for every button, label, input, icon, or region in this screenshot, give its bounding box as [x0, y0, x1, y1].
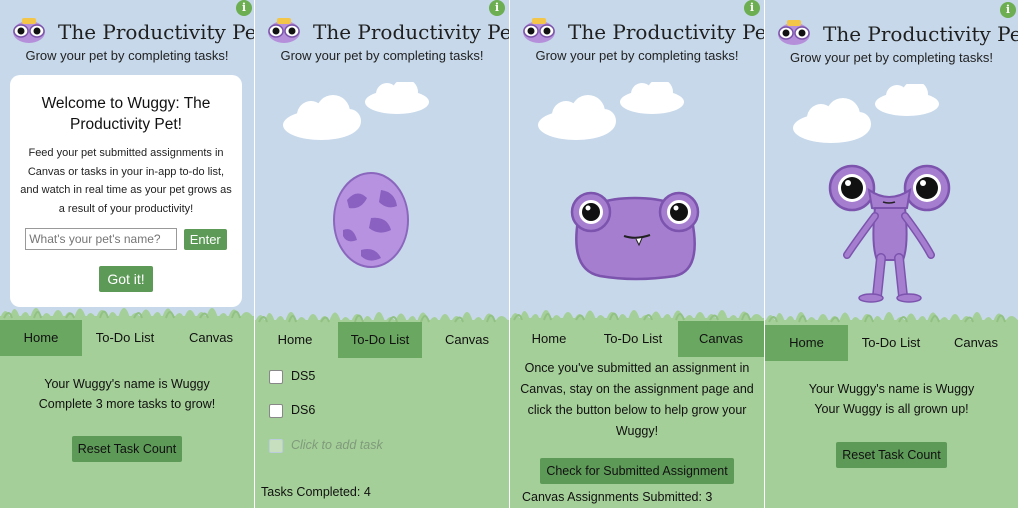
cloud-large	[283, 95, 361, 140]
todo-item-label: DS5	[291, 369, 316, 383]
tab-canvas[interactable]: Canvas	[168, 320, 254, 356]
enter-button[interactable]: Enter	[183, 228, 227, 250]
pet-grown	[828, 164, 951, 303]
screenshot-row: The Productivity Pet Grow your pet by co…	[0, 0, 1018, 508]
nav-bar: Home To-Do List Canvas	[0, 320, 254, 356]
home-status: Your Wuggy's name is Wuggy Your Wuggy is…	[765, 379, 1018, 419]
app-subtitle: Grow your pet by completing tasks!	[25, 48, 229, 63]
cloud-small	[365, 82, 429, 114]
canvas-submitted-count: Canvas Assignments Submitted: 3	[522, 490, 713, 504]
pet-name-line: Your Wuggy's name is Wuggy	[44, 377, 210, 391]
panel-home-grown: The Productivity Pet Grow your pet by co…	[765, 0, 1018, 508]
info-icon[interactable]: i	[1000, 2, 1016, 18]
app-title: The Productivity Pet	[568, 20, 764, 44]
home-status: Your Wuggy's name is Wuggy Complete 3 mo…	[0, 374, 254, 414]
welcome-heading: Welcome to Wuggy: The Productivity Pet!	[41, 95, 211, 133]
check-submitted-assignment-button[interactable]: Check for Submitted Assignment	[540, 458, 734, 484]
logo-icon	[267, 18, 301, 44]
tab-canvas[interactable]: Canvas	[934, 325, 1018, 361]
todo-item-label: DS6	[291, 403, 316, 417]
canvas-instructions: Once you've submitted an assignment in C…	[520, 361, 754, 438]
reset-wrap: Reset Task Count	[0, 436, 254, 462]
panel-canvas-baby: The Productivity Pet Grow your pet by co…	[510, 0, 764, 508]
app-title: The Productivity Pet	[58, 20, 254, 44]
tab-home[interactable]: Home	[0, 320, 82, 356]
app-subtitle: Grow your pet by completing tasks!	[280, 48, 484, 63]
got-it-button[interactable]: Got it!	[99, 266, 153, 292]
logo-icon	[12, 18, 46, 44]
pet-baby	[570, 191, 700, 281]
grow-status-line: Your Wuggy is all grown up!	[814, 402, 969, 416]
reset-task-count-button[interactable]: Reset Task Count	[836, 442, 947, 468]
panel-home-welcome: The Productivity Pet Grow your pet by co…	[0, 0, 254, 508]
tab-home[interactable]: Home	[765, 325, 848, 361]
tab-home[interactable]: Home	[510, 321, 588, 357]
info-icon[interactable]: i	[489, 0, 505, 16]
pet-name-line: Your Wuggy's name is Wuggy	[808, 382, 975, 396]
pet-name-form: Enter	[10, 228, 242, 250]
app-title: The Productivity Pet	[823, 22, 1018, 46]
tab-todo[interactable]: To-Do List	[848, 325, 934, 361]
logo-icon	[777, 20, 811, 46]
app-header: The Productivity Pet Grow your pet by co…	[0, 10, 254, 66]
welcome-body: Feed your pet submitted assignments in C…	[20, 147, 232, 215]
tab-canvas[interactable]: Canvas	[678, 321, 764, 357]
panel-todo-egg: The Productivity Pet Grow your pet by co…	[255, 0, 509, 508]
reset-task-count-button[interactable]: Reset Task Count	[71, 436, 183, 462]
grow-status-line: Complete 3 more tasks to grow!	[38, 397, 216, 411]
pet-name-input[interactable]	[25, 228, 178, 250]
reset-wrap: Reset Task Count	[765, 442, 1018, 468]
add-task-input[interactable]: Click to add task	[291, 438, 383, 452]
add-task-checkbox	[269, 438, 283, 453]
nav-bar: Home To-Do List Canvas	[255, 322, 509, 358]
tab-todo[interactable]: To-Do List	[588, 321, 678, 357]
cloud-large	[538, 95, 616, 140]
welcome-dialog: Welcome to Wuggy: The Productivity Pet! …	[10, 75, 242, 307]
info-icon[interactable]: i	[744, 0, 760, 16]
tab-canvas[interactable]: Canvas	[425, 322, 509, 358]
todo-checkbox[interactable]	[269, 403, 283, 418]
nav-bar: Home To-Do List Canvas	[765, 325, 1018, 361]
info-icon[interactable]: i	[236, 0, 252, 16]
app-subtitle: Grow your pet by completing tasks!	[789, 50, 994, 65]
cloud-large	[793, 98, 871, 143]
cloud-small	[875, 84, 939, 116]
logo-icon	[522, 18, 556, 44]
cloud-small	[620, 82, 684, 114]
nav-bar: Home To-Do List Canvas	[510, 321, 764, 357]
app-title: The Productivity Pet	[313, 20, 509, 44]
check-wrap: Check for Submitted Assignment	[510, 458, 764, 484]
add-task-row[interactable]: Click to add task	[269, 438, 383, 453]
todo-item[interactable]: DS6	[269, 403, 315, 418]
app-header: The Productivity Pet Grow your pet by co…	[255, 10, 509, 66]
todo-item[interactable]: DS5	[269, 369, 315, 384]
tab-todo[interactable]: To-Do List	[82, 320, 168, 356]
todo-checkbox[interactable]	[269, 369, 283, 384]
tab-todo[interactable]: To-Do List	[338, 322, 422, 358]
app-subtitle: Grow your pet by completing tasks!	[535, 48, 739, 63]
app-header: The Productivity Pet Grow your pet by co…	[510, 10, 764, 66]
pet-egg	[333, 172, 409, 268]
tasks-completed-count: Tasks Completed: 4	[261, 485, 371, 499]
tab-home[interactable]: Home	[255, 322, 335, 358]
app-header: The Productivity Pet Grow your pet by co…	[765, 12, 1018, 68]
